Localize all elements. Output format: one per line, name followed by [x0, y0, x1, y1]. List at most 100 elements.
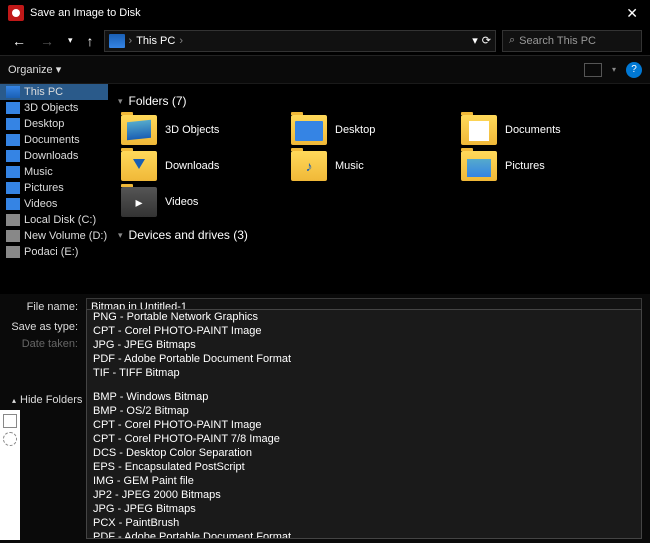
folder-icon [121, 187, 157, 217]
dropdown-option[interactable]: PDF - Adobe Portable Document Format [87, 530, 641, 539]
tool-slot[interactable] [3, 414, 17, 428]
folder-label: Pictures [505, 160, 545, 172]
sidebar-item-documents[interactable]: Documents [0, 132, 108, 148]
up-button[interactable]: ↑ [83, 31, 98, 51]
sidebar-item-label: This PC [24, 86, 63, 98]
saveastype-label: Save as type: [8, 321, 86, 333]
folder-downloads[interactable]: Downloads [118, 148, 288, 184]
3d-icon [6, 102, 20, 114]
sidebar-item-videos[interactable]: Videos [0, 196, 108, 212]
folder-label: Music [335, 160, 364, 172]
search-input[interactable]: ⌕ Search This PC [502, 30, 642, 52]
content-area: Folders (7) 3D Objects Desktop Documents Do… [108, 84, 650, 294]
folder-label: Downloads [165, 160, 219, 172]
recent-button[interactable]: ▾ [64, 33, 77, 48]
music-icon [6, 166, 20, 178]
sidebar-item-label: Music [24, 166, 53, 178]
dl-icon [6, 150, 20, 162]
back-button[interactable]: ← [8, 31, 30, 51]
dropdown-option[interactable]: PDF - Adobe Portable Document Format [87, 352, 641, 366]
folder-icon [291, 115, 327, 145]
hide-folders-button[interactable]: Hide Folders [0, 390, 94, 410]
app-icon [8, 5, 24, 21]
folder-pictures[interactable]: Pictures [458, 148, 628, 184]
filename-label: File name: [8, 301, 86, 313]
sidebar-item-label: Local Disk (C:) [24, 214, 96, 226]
sidebar-item-downloads[interactable]: Downloads [0, 148, 108, 164]
vid-icon [6, 198, 20, 210]
pic-icon [6, 182, 20, 194]
folder-music[interactable]: Music [288, 148, 458, 184]
dropdown-option[interactable]: CPT - Corel PHOTO-PAINT Image [87, 324, 641, 338]
view-dropdown-icon[interactable]: ▾ [612, 65, 616, 74]
dropdown-separator [87, 380, 641, 390]
sidebar-item-label: Videos [24, 198, 57, 210]
help-button[interactable]: ? [626, 62, 642, 78]
view-button[interactable] [584, 63, 602, 77]
sidebar-item-label: Podaci (E:) [24, 246, 78, 258]
folder-label: Documents [505, 124, 561, 136]
dropdown-option[interactable]: TIF - TIFF Bitmap [87, 366, 641, 380]
folder-videos[interactable]: Videos [118, 184, 288, 220]
close-icon[interactable]: ✕ [622, 5, 642, 22]
datetaken-label: Date taken: [8, 338, 86, 350]
search-placeholder: Search This PC [519, 35, 596, 47]
sidebar-item-label: Pictures [24, 182, 64, 194]
folder-documents[interactable]: Documents [458, 112, 628, 148]
organize-button[interactable]: Organize ▾ [8, 63, 61, 76]
disk-icon [6, 230, 20, 242]
dropdown-option[interactable]: JPG - JPEG Bitmaps [87, 338, 641, 352]
dropdown-option[interactable]: JPG - JPEG Bitmaps [87, 502, 641, 516]
dropdown-option[interactable]: EPS - Encapsulated PostScript [87, 460, 641, 474]
sidebar-item-label: Downloads [24, 150, 78, 162]
tool-slot[interactable] [3, 432, 17, 446]
sidebar-item-pictures[interactable]: Pictures [0, 180, 108, 196]
dropdown-option[interactable]: DCS - Desktop Color Separation [87, 446, 641, 460]
drives-section-header[interactable]: Devices and drives (3) [118, 224, 640, 246]
dropdown-option[interactable]: CPT - Corel PHOTO-PAINT Image [87, 418, 641, 432]
sidebar-item-desktop[interactable]: Desktop [0, 116, 108, 132]
search-icon: ⌕ [509, 34, 515, 47]
address-bar[interactable]: › This PC › ▾ ⟳ [104, 30, 496, 52]
address-location: This PC [136, 35, 175, 47]
folder-3d-objects[interactable]: 3D Objects [118, 112, 288, 148]
sidebar-item-this-pc[interactable]: This PC [0, 84, 108, 100]
window-title: Save an Image to Disk [30, 7, 622, 19]
folder-label: Desktop [335, 124, 375, 136]
refresh-icon[interactable]: ⟳ [482, 34, 491, 47]
forward-button: → [36, 31, 58, 51]
filetype-dropdown[interactable]: PNG - Portable Network GraphicsCPT - Cor… [86, 309, 642, 539]
navbar: ← → ▾ ↑ › This PC › ▾ ⟳ ⌕ Search This PC [0, 26, 650, 56]
folder-icon [461, 115, 497, 145]
pc-icon [109, 34, 125, 48]
folder-icon [291, 151, 327, 181]
titlebar: Save an Image to Disk ✕ [0, 0, 650, 26]
toolbar: Organize ▾ ▾ ? [0, 56, 650, 84]
folder-desktop[interactable]: Desktop [288, 112, 458, 148]
folder-icon [121, 115, 157, 145]
sidebar-item-local-disk-c-[interactable]: Local Disk (C:) [0, 212, 108, 228]
pc-icon [6, 86, 20, 98]
dropdown-option[interactable]: CPT - Corel PHOTO-PAINT 7/8 Image [87, 432, 641, 446]
dropdown-option[interactable]: JP2 - JPEG 2000 Bitmaps [87, 488, 641, 502]
dropdown-option[interactable]: BMP - Windows Bitmap [87, 390, 641, 404]
sidebar-item-label: Desktop [24, 118, 64, 130]
sidebar-item-label: 3D Objects [24, 102, 78, 114]
tool-panel [0, 410, 20, 540]
desk-icon [6, 118, 20, 130]
folder-icon [121, 151, 157, 181]
doc-icon [6, 134, 20, 146]
dropdown-option[interactable]: IMG - GEM Paint file [87, 474, 641, 488]
dropdown-option[interactable]: PCX - PaintBrush [87, 516, 641, 530]
dropdown-option[interactable]: BMP - OS/2 Bitmap [87, 404, 641, 418]
folders-section-header[interactable]: Folders (7) [118, 90, 640, 112]
sidebar-item-3d-objects[interactable]: 3D Objects [0, 100, 108, 116]
sidebar-item-podaci-e-[interactable]: Podaci (E:) [0, 244, 108, 260]
dropdown-option[interactable]: PNG - Portable Network Graphics [87, 310, 641, 324]
folder-label: 3D Objects [165, 124, 219, 136]
sidebar-item-music[interactable]: Music [0, 164, 108, 180]
folder-label: Videos [165, 196, 198, 208]
disk-icon [6, 214, 20, 226]
sidebar-item-new-volume-d-[interactable]: New Volume (D:) [0, 228, 108, 244]
chevron-down-icon[interactable]: ▾ [472, 34, 478, 47]
